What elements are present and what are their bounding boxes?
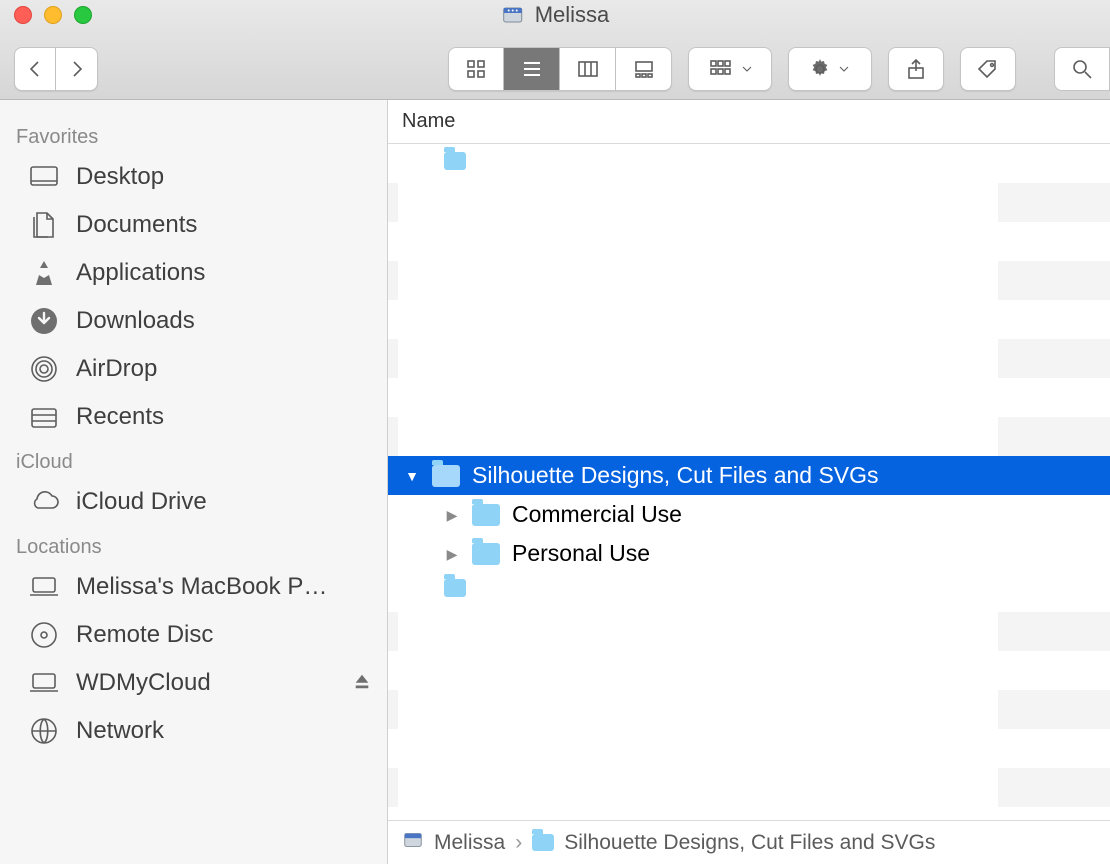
file-name: Commercial Use — [512, 501, 682, 528]
sidebar-item-label: Downloads — [76, 307, 195, 335]
server-icon — [501, 3, 525, 27]
titlebar: Melissa — [0, 0, 1110, 100]
content: Name ▼ Silhouette Designs, Cut Files and… — [388, 100, 1110, 864]
sidebar-item-label: iCloud Drive — [76, 488, 207, 516]
folder-icon — [472, 504, 500, 526]
view-list-button[interactable] — [504, 47, 560, 91]
list-row-empty — [388, 612, 1110, 651]
sidebar-item-downloads[interactable]: Downloads — [0, 297, 387, 345]
sidebar-item-label: WDMyCloud — [76, 669, 211, 697]
list-row-empty — [388, 222, 1110, 261]
tags-button[interactable] — [960, 47, 1016, 91]
folder-icon — [472, 543, 500, 565]
list-row-empty — [388, 690, 1110, 729]
sidebar-item-recents[interactable]: Recents — [0, 393, 387, 441]
arrange-button[interactable] — [688, 47, 772, 91]
sidebar-item-network[interactable]: Network — [0, 707, 387, 755]
disclosure-triangle-icon[interactable]: ▶ — [444, 547, 460, 561]
list-row-empty — [388, 339, 1110, 378]
file-name: Personal Use — [512, 540, 650, 567]
list-row-empty — [388, 378, 1110, 417]
file-name: Silhouette Designs, Cut Files and SVGs — [472, 462, 879, 489]
back-button[interactable] — [14, 47, 56, 91]
column-header-label: Name — [402, 110, 455, 133]
desktop-icon — [28, 161, 60, 193]
minimize-window-button[interactable] — [44, 6, 62, 24]
folder-icon — [432, 465, 460, 487]
applications-icon — [28, 257, 60, 289]
sidebar-item-this-mac[interactable]: Melissa's MacBook P… — [0, 563, 387, 611]
list-row-empty — [388, 261, 1110, 300]
column-header-name[interactable]: Name — [388, 100, 1110, 144]
folder-icon — [532, 834, 554, 851]
file-row[interactable]: ▶ Personal Use — [388, 534, 1110, 573]
list-row-empty — [388, 573, 1110, 612]
view-gallery-button[interactable] — [616, 47, 672, 91]
list-row-empty — [388, 651, 1110, 690]
sidebar-item-icloud-drive[interactable]: iCloud Drive — [0, 478, 387, 526]
view-switcher — [448, 47, 672, 91]
sidebar-item-airdrop[interactable]: AirDrop — [0, 345, 387, 393]
path-bar: Melissa › Silhouette Designs, Cut Files … — [388, 820, 1110, 864]
list-row-empty — [388, 417, 1110, 456]
network-icon — [28, 715, 60, 747]
view-column-button[interactable] — [560, 47, 616, 91]
sidebar-item-desktop[interactable]: Desktop — [0, 153, 387, 201]
file-row[interactable]: ▶ Commercial Use — [388, 495, 1110, 534]
window-controls — [14, 6, 92, 24]
chevron-right-icon: › — [515, 831, 522, 855]
path-segment[interactable]: Melissa — [434, 831, 505, 855]
file-list[interactable]: ▼ Silhouette Designs, Cut Files and SVGs… — [388, 144, 1110, 820]
sidebar-section-header-icloud: iCloud — [0, 441, 387, 478]
sidebar-item-remote-disc[interactable]: Remote Disc — [0, 611, 387, 659]
sidebar-item-label: Recents — [76, 403, 164, 431]
sidebar-item-label: Desktop — [76, 163, 164, 191]
toolbar — [14, 47, 1110, 91]
disclosure-triangle-open-icon[interactable]: ▼ — [404, 469, 420, 483]
eject-icon[interactable] — [353, 669, 371, 697]
file-row-selected[interactable]: ▼ Silhouette Designs, Cut Files and SVGs — [388, 456, 1110, 495]
sidebar-item-applications[interactable]: Applications — [0, 249, 387, 297]
laptop-icon — [28, 571, 60, 603]
disc-icon — [28, 619, 60, 651]
external-drive-icon — [28, 667, 60, 699]
sidebar-item-label: Network — [76, 717, 164, 745]
main: Favorites Desktop Documents Applications… — [0, 100, 1110, 864]
downloads-icon — [28, 305, 60, 337]
nav-buttons — [14, 47, 98, 91]
list-row-empty — [388, 768, 1110, 807]
action-menu-button[interactable] — [788, 47, 872, 91]
window-title: Melissa — [501, 2, 610, 28]
sidebar-section-header-favorites: Favorites — [0, 116, 387, 153]
view-icon-button[interactable] — [448, 47, 504, 91]
forward-button[interactable] — [56, 47, 98, 91]
sidebar-item-documents[interactable]: Documents — [0, 201, 387, 249]
server-icon — [402, 829, 424, 857]
sidebar-item-label: Documents — [76, 211, 197, 239]
sidebar-item-label: Remote Disc — [76, 621, 213, 649]
sidebar-item-label: Applications — [76, 259, 205, 287]
list-row-empty — [388, 300, 1110, 339]
airdrop-icon — [28, 353, 60, 385]
list-row-empty — [388, 729, 1110, 768]
path-segment[interactable]: Silhouette Designs, Cut Files and SVGs — [564, 831, 935, 855]
share-button[interactable] — [888, 47, 944, 91]
search-button[interactable] — [1054, 47, 1110, 91]
icloud-icon — [28, 486, 60, 518]
sidebar-item-wdmycloud[interactable]: WDMyCloud — [0, 659, 387, 707]
folder-icon — [444, 152, 466, 170]
sidebar-section-header-locations: Locations — [0, 526, 387, 563]
sidebar: Favorites Desktop Documents Applications… — [0, 100, 388, 864]
recents-icon — [28, 401, 60, 433]
disclosure-triangle-icon[interactable]: ▶ — [444, 508, 460, 522]
folder-icon — [444, 579, 466, 597]
sidebar-item-label: Melissa's MacBook P… — [76, 573, 327, 601]
sidebar-item-label: AirDrop — [76, 355, 157, 383]
list-row-empty — [388, 183, 1110, 222]
window-title-text: Melissa — [535, 2, 610, 28]
close-window-button[interactable] — [14, 6, 32, 24]
list-row-empty — [388, 144, 1110, 183]
documents-icon — [28, 209, 60, 241]
zoom-window-button[interactable] — [74, 6, 92, 24]
